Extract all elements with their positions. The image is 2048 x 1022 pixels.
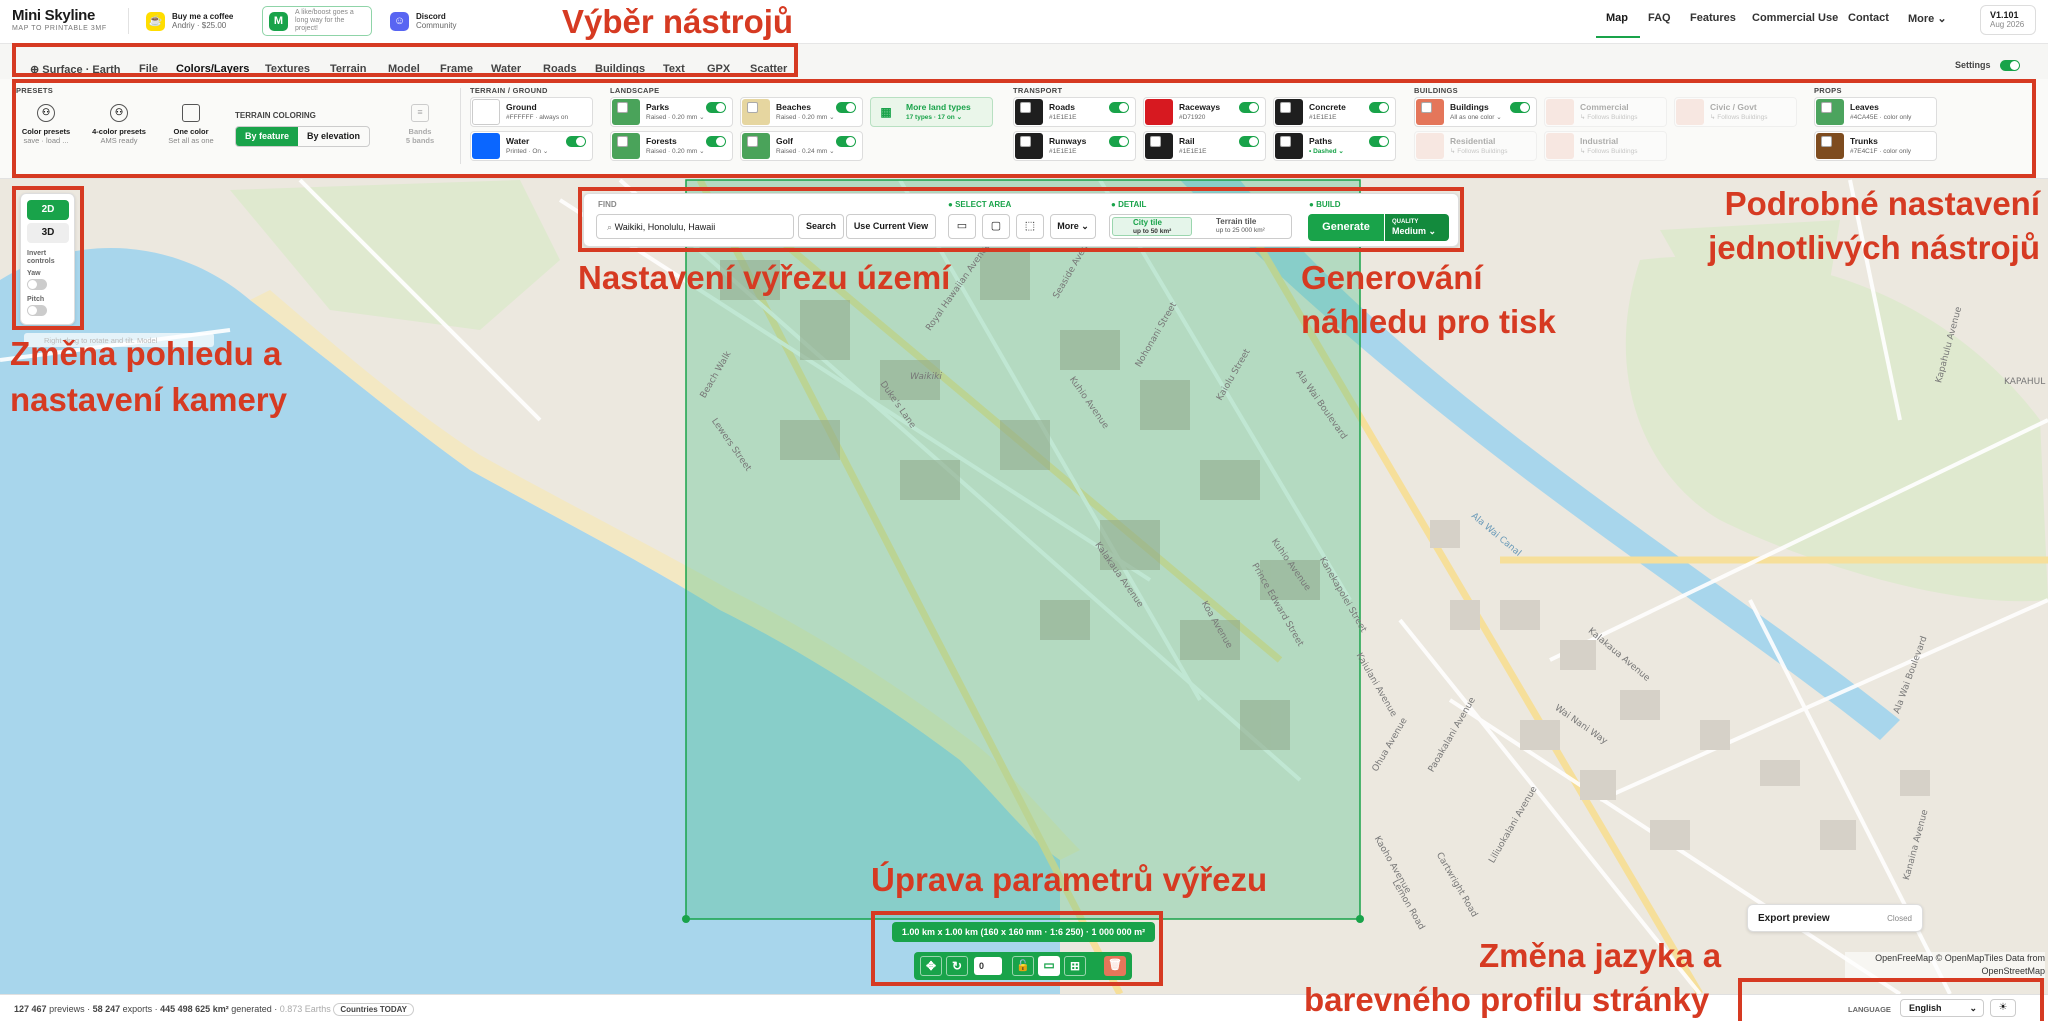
like-text-3: project! [295,25,318,32]
nav-more-label: More [1908,13,1935,25]
nav-commercial-use[interactable]: Commercial Use [1752,12,1838,24]
annotation-view-2: nastavení kamery [10,381,288,418]
map-label: Waikiki [910,372,942,382]
annotation-params: Úprava parametrů výřezu [871,861,1268,898]
like-text-2: long way for the [295,17,345,24]
export-preview-panel[interactable]: Export preview Closed [1747,904,1923,932]
previews-label: previews [49,1004,85,1014]
nav-map[interactable]: Map [1606,12,1628,24]
earths-count: 0.873 Earths [279,1004,331,1014]
coffee-title: Buy me a coffee [172,12,234,21]
discord-sub: Community [416,21,457,30]
nav-contact[interactable]: Contact [1848,12,1889,24]
annotation-box-find [578,187,1464,252]
exports-count: 58 247 [92,1004,121,1014]
annotation-box-selection [871,911,1163,986]
annotation-box-tools [12,43,798,77]
area-generated: 445 498 625 km² [160,1004,229,1014]
brand-title: Mini Skyline [12,7,96,24]
coffee-sub: Andriy · $25.00 [172,21,227,30]
annotation-tools: Výběr nástrojů [562,3,794,40]
top-header: Mini Skyline MAP TO PRINTABLE 3MF ☕ Buy … [0,0,2048,44]
previews-count: 127 467 [14,1004,47,1014]
map-label: KAPAHUL [2004,377,2046,387]
attribution-line-2: OpenStreetMap [1981,966,2045,976]
settings-toggle[interactable] [2000,60,2020,71]
annotation-detail-2: jednotlivých nástrojů [1708,229,2040,266]
export-preview-label: Export preview [1758,913,1830,924]
annotation-view-1: Změna pohledu a [10,335,282,372]
discord-icon: ☺ [390,11,409,31]
annotation-language-2: barevného profilu stránky [1304,981,1710,1018]
area-label: generated [231,1004,272,1014]
attribution-line-1: OpenFreeMap © OpenMapTiles Data from [1875,953,2045,963]
nav-faq[interactable]: FAQ [1648,12,1671,24]
discord-title: Discord [416,12,446,21]
coffee-icon: ☕ [146,11,165,31]
exports-label: exports [122,1004,153,1014]
annotation-generate-1: Generování [1301,259,1483,296]
settings-label: Settings [1955,60,1991,70]
annotation-box-settings [12,79,2036,178]
discord-link[interactable]: ☺ Discord Community [390,6,456,36]
nav-features[interactable]: Features [1690,12,1736,24]
version-number: V1.101 [1990,10,2019,20]
like-text-1: A like/boost goes a [295,9,354,16]
brand[interactable]: Mini Skyline MAP TO PRINTABLE 3MF [12,7,107,32]
nav-more[interactable]: More ⌄ [1908,12,1947,25]
nav-active-indicator [1596,36,1640,38]
countries-today-badge[interactable]: Countries TODAY [333,1003,415,1016]
map-attribution[interactable]: OpenFreeMap © OpenMapTiles Data from Ope… [1845,952,2045,978]
like-link[interactable]: M A like/boost goes a long way for the pro… [262,6,372,36]
chevron-down-icon: ⌄ [1937,13,1947,25]
annotation-detail-1: Podrobné nastavení [1724,185,2040,222]
like-icon: M [269,11,288,31]
annotation-language-1: Změna jazyka a [1479,937,1722,974]
coffee-link[interactable]: ☕ Buy me a coffee Andriy · $25.00 [146,6,233,36]
brand-subtitle: MAP TO PRINTABLE 3MF [12,25,107,32]
version-badge[interactable]: V1.101 Aug 2026 [1980,5,2036,35]
annotation-generate-2: náhledu pro tisk [1301,303,1556,340]
version-date: Aug 2026 [1990,20,2025,29]
export-preview-state: Closed [1887,914,1912,923]
annotation-box-language [1738,978,2044,1021]
annotation-area: Nastavení výřezu území [578,259,951,296]
annotation-box-view [12,186,84,330]
stats-line: 127 467 previews · 58 247 exports · 445 … [14,1003,415,1016]
